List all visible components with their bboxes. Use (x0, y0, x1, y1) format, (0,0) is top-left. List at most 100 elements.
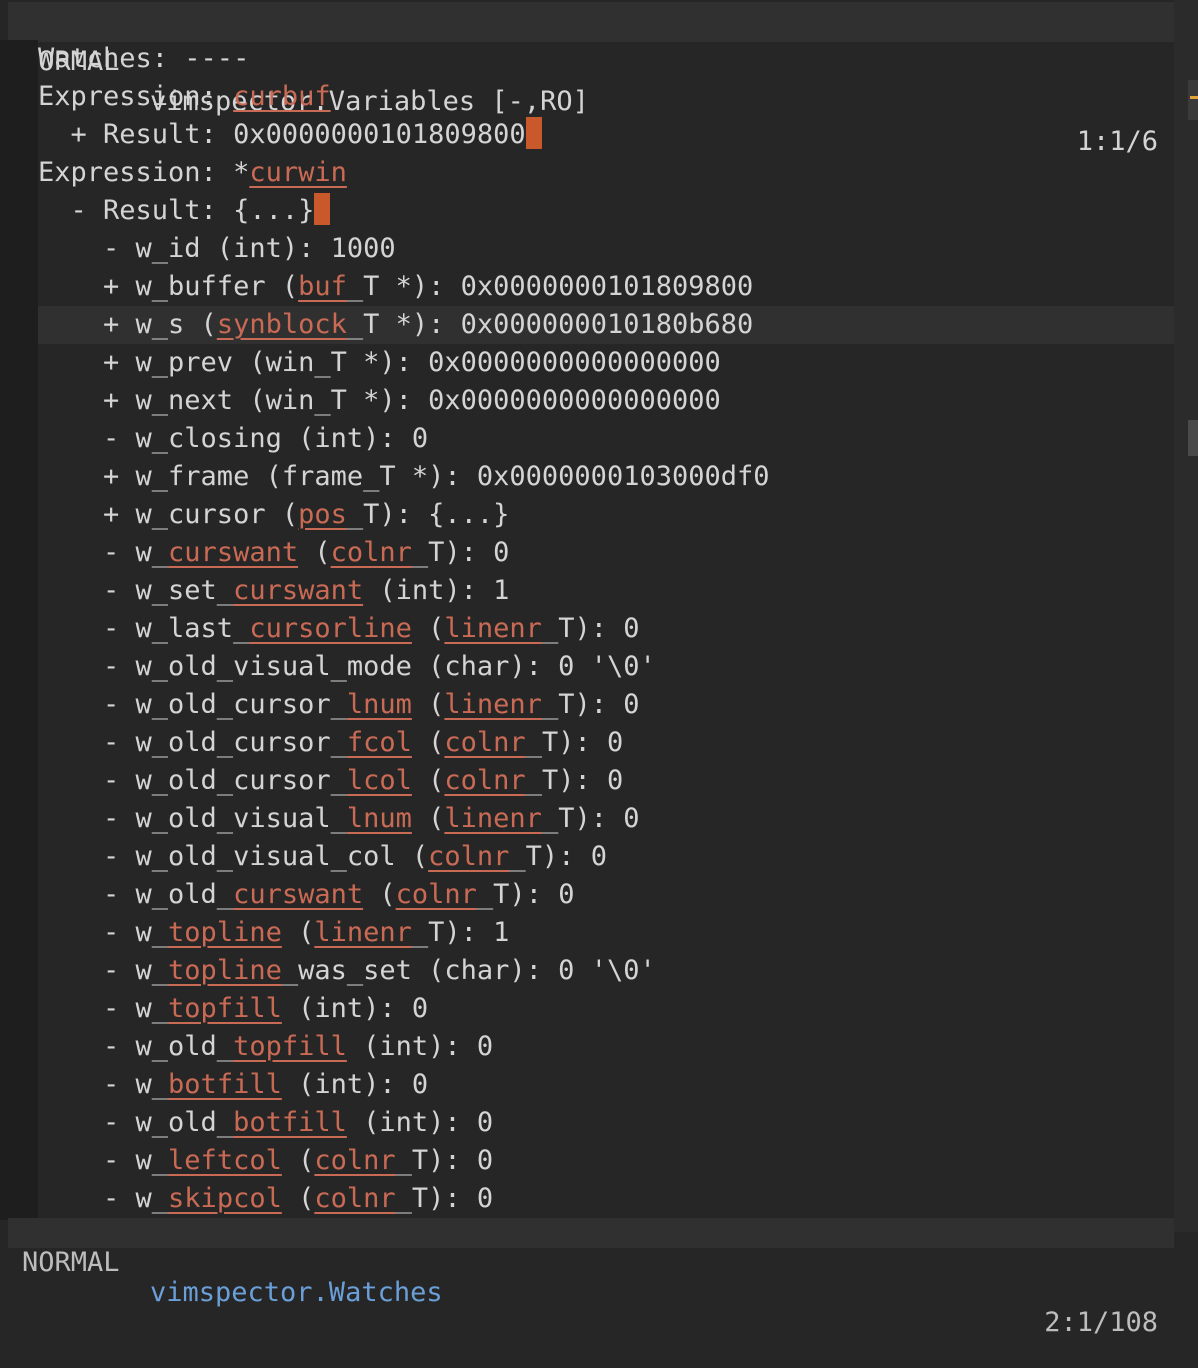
line-text: ( (363, 879, 396, 910)
line-text: ( (298, 537, 331, 568)
variable-line[interactable]: + Result: 0x0000000101809800 (38, 116, 1174, 154)
variable-line[interactable]: - w_old_visual_lnum (linenr_T): 0 (38, 800, 1174, 838)
highlighted-identifier: topfill (233, 1031, 347, 1062)
highlighted-identifier: colnr (314, 1183, 396, 1214)
line-text: - w_ (38, 917, 169, 948)
variable-line[interactable]: - w_closing (int): 0 (38, 420, 1174, 458)
line-text: - w_old_ (38, 879, 234, 910)
line-text: _T): 0 (541, 613, 640, 644)
line-text: _T): 0 (411, 537, 510, 568)
line-text: (int): 0 (281, 993, 429, 1024)
line-text: - w_old_visual_mode (char): 0 '\0' (38, 651, 656, 682)
variable-line[interactable]: - w_old_visual_mode (char): 0 '\0' (38, 648, 1174, 686)
line-text: + w_next (win_T *): 0x0000000000000000 (38, 385, 721, 416)
scrollbar-track[interactable] (1188, 80, 1198, 120)
variable-line[interactable]: - w_old_visual_col (colnr_T): 0 (38, 838, 1174, 876)
cursor-position: 2:1/108 (1044, 1307, 1158, 1338)
highlighted-identifier: linenr (314, 917, 412, 948)
highlighted-identifier: topfill (168, 993, 282, 1024)
variable-line[interactable]: - Result: {...} (38, 192, 1174, 230)
line-text: _T): {...} (346, 499, 510, 530)
highlighted-identifier: topline (168, 955, 282, 986)
highlighted-identifier: fcol (346, 727, 412, 758)
variable-line[interactable]: - w_set_curswant (int): 1 (38, 572, 1174, 610)
highlighted-identifier: curswant (233, 879, 364, 910)
line-text: ( (411, 765, 445, 796)
line-text: Expression: (38, 81, 234, 112)
variables-statusline: NORMAL vimspector.Variables [-,RO] 1:1/6 (8, 2, 1174, 157)
vim-window: NORMAL vimspector.Variables [-,RO] 1:1/6… (0, 0, 1198, 1338)
line-text: - w_old_cursor_ (38, 689, 347, 720)
variable-line[interactable]: + w_prev (win_T *): 0x0000000000000000 (38, 344, 1174, 382)
line-text: _T): 0 (525, 765, 624, 796)
variable-line[interactable]: Expression: curbuf (38, 78, 1174, 116)
variable-line[interactable]: - w_old_cursor_fcol (colnr_T): 0 (38, 724, 1174, 762)
line-text: Watches: ---- (38, 43, 250, 74)
variable-line[interactable]: - w_leftcol (colnr_T): 0 (38, 1142, 1174, 1180)
sign-column (0, 40, 38, 1220)
variable-line[interactable]: Watches: ---- (38, 40, 1174, 78)
highlighted-identifier: curswant (233, 575, 364, 606)
highlighted-identifier: botfill (233, 1107, 347, 1138)
scrollbar-thumb[interactable] (1188, 420, 1198, 456)
variable-line[interactable]: + w_cursor (pos_T): {...} (38, 496, 1174, 534)
variable-line[interactable]: - w_old_cursor_lnum (linenr_T): 0 (38, 686, 1174, 724)
highlighted-identifier: lcol (346, 765, 412, 796)
line-text: ( (411, 613, 445, 644)
line-text: + w_buffer ( (38, 271, 299, 302)
variables-tree[interactable]: Watches: ---- Expression: curbuf + Result… (38, 40, 1174, 1218)
variable-line[interactable]: + w_buffer (buf_T *): 0x0000000101809800 (38, 268, 1174, 306)
variable-line[interactable]: - w_topline (linenr_T): 1 (38, 914, 1174, 952)
variable-line[interactable]: + w_frame (frame_T *): 0x0000000103000df… (38, 458, 1174, 496)
sign-marker (1190, 96, 1198, 99)
text-cursor (314, 193, 331, 225)
highlighted-identifier: linenr (444, 613, 542, 644)
variable-line[interactable]: + w_s (synblock_T *): 0x000000010180b680 (38, 306, 1174, 344)
highlighted-identifier: curbuf (233, 81, 331, 112)
line-text: - w_old_visual_col ( (38, 841, 429, 872)
line-text: Expression: * (38, 157, 250, 188)
variable-line[interactable]: - w_old_topfill (int): 0 (38, 1028, 1174, 1066)
buffer-name: vimspector.Watches (150, 1277, 443, 1308)
line-text: (int): 0 (346, 1031, 494, 1062)
line-text: - w_ (38, 955, 169, 986)
highlighted-identifier: colnr (314, 1145, 396, 1176)
highlighted-identifier: linenr (444, 803, 542, 834)
line-text: - w_old_ (38, 1107, 234, 1138)
line-text: _T): 0 (476, 879, 575, 910)
line-text: - w_closing (int): 0 (38, 423, 429, 454)
variable-line[interactable]: - w_curswant (colnr_T): 0 (38, 534, 1174, 572)
highlighted-identifier: buf (298, 271, 347, 302)
variable-line[interactable]: - w_id (int): 1000 (38, 230, 1174, 268)
line-text: _T): 0 (509, 841, 607, 872)
variable-line[interactable]: - w_old_curswant (colnr_T): 0 (38, 876, 1174, 914)
highlighted-identifier: leftcol (168, 1145, 282, 1176)
line-text: - w_ (38, 1183, 169, 1214)
line-text: + w_frame (frame_T *): 0x0000000103000df… (38, 461, 770, 492)
line-text: - w_old_visual_ (38, 803, 347, 834)
line-text: ( (411, 727, 445, 758)
line-text: _T): 0 (541, 803, 640, 834)
variable-line[interactable]: + w_next (win_T *): 0x0000000000000000 (38, 382, 1174, 420)
highlighted-identifier: pos (298, 499, 347, 530)
line-text: - w_ (38, 1145, 169, 1176)
variable-line[interactable]: - w_skipcol (colnr_T): 0 (38, 1180, 1174, 1218)
variable-line[interactable]: - w_old_botfill (int): 0 (38, 1104, 1174, 1142)
line-text: _T): 0 (395, 1183, 494, 1214)
highlighted-identifier: curswant (168, 537, 299, 568)
line-text: - w_ (38, 1069, 169, 1100)
mode-indicator: NORMAL (22, 1247, 120, 1278)
highlighted-identifier: lnum (346, 803, 412, 834)
variable-line[interactable]: - w_topfill (int): 0 (38, 990, 1174, 1028)
highlighted-identifier: skipcol (168, 1183, 282, 1214)
variable-line[interactable]: - w_topline_was_set (char): 0 '\0' (38, 952, 1174, 990)
variable-line[interactable]: - w_old_cursor_lcol (colnr_T): 0 (38, 762, 1174, 800)
variable-line[interactable]: Expression: *curwin (38, 154, 1174, 192)
line-text: ( (281, 1183, 315, 1214)
highlighted-identifier: colnr (395, 879, 477, 910)
line-text: - w_ (38, 537, 169, 568)
variable-line[interactable]: - w_botfill (int): 0 (38, 1066, 1174, 1104)
highlighted-identifier: curwin (249, 157, 347, 188)
variable-line[interactable]: - w_last_cursorline (linenr_T): 0 (38, 610, 1174, 648)
highlighted-identifier: colnr (428, 841, 510, 872)
